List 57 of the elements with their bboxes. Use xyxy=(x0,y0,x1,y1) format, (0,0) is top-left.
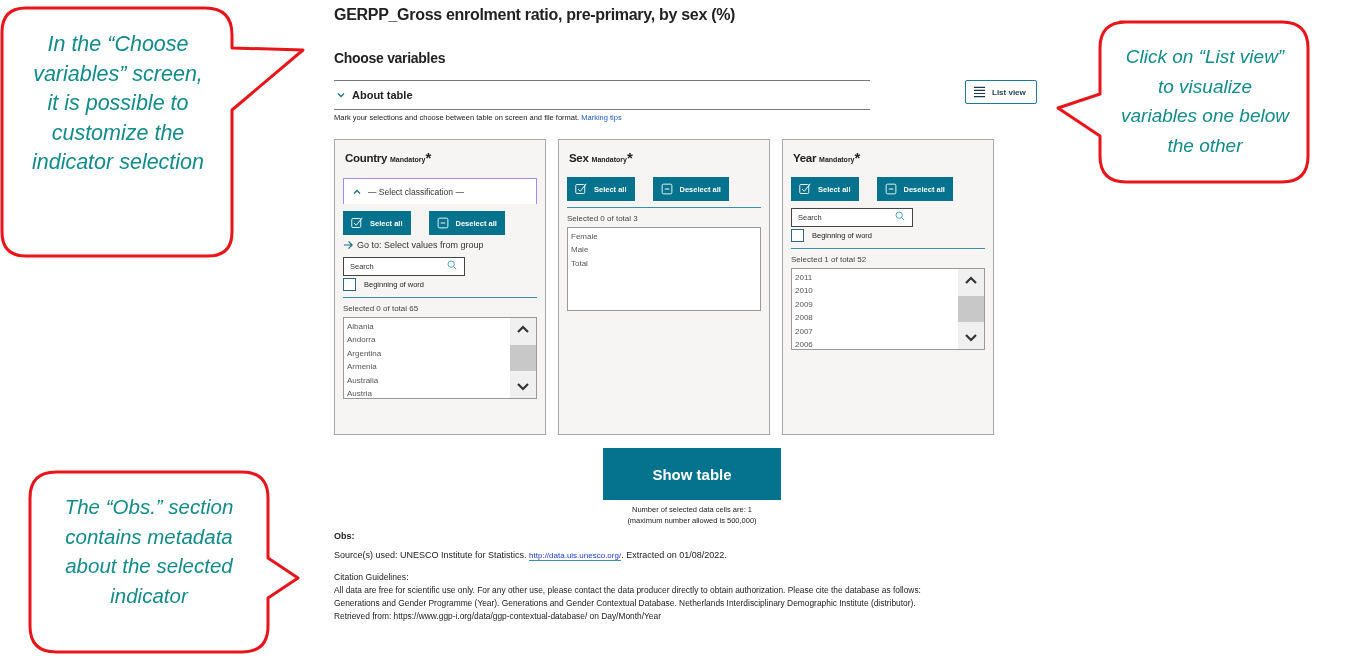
citation-text: Generations and Gender Programme (Year). Generations and Gender Contextual Database. Netherlands Interdisciplinary Demographic Institute (distributor). xyxy=(334,598,917,608)
list-item[interactable]: 2006 xyxy=(795,337,955,352)
about-table-toggle[interactable]: About table xyxy=(334,80,870,110)
scrollbar[interactable] xyxy=(510,318,536,398)
list-item[interactable]: Austria xyxy=(347,386,507,401)
list-item[interactable]: 2010 xyxy=(795,284,955,298)
arrow-icon xyxy=(343,240,354,250)
callout-text: Click on “List view” to visualize variables one below the other xyxy=(1120,45,1290,158)
citation-heading: Citation Guidelines: xyxy=(334,572,410,582)
list-item[interactable]: Andorra xyxy=(347,333,507,347)
list-item[interactable]: 2007 xyxy=(795,324,955,338)
search-icon xyxy=(447,259,457,270)
callout-text: The “Obs.” section contains metadata about the selected indicator xyxy=(63,494,235,609)
checkbox[interactable] xyxy=(791,229,804,242)
list-item[interactable]: Australia xyxy=(347,373,507,387)
list-item[interactable]: Armenia xyxy=(347,360,507,374)
list-item[interactable]: Male xyxy=(571,243,757,257)
minus-box-icon xyxy=(436,217,449,229)
selection-count: Selected 0 of total 3 xyxy=(567,214,639,223)
section-title: Choose variables xyxy=(334,50,447,66)
list-item[interactable]: Albania xyxy=(347,320,507,334)
list-item[interactable]: Female xyxy=(571,230,757,244)
variable-name: Year xyxy=(793,152,817,164)
list-item[interactable]: 2011 xyxy=(795,271,955,285)
selection-count: Selected 1 of total 52 xyxy=(791,255,868,264)
list-item[interactable]: 2009 xyxy=(795,297,955,312)
list-view-button[interactable]: List view xyxy=(965,80,1037,104)
checkbox[interactable] xyxy=(343,278,356,291)
required-mark: * xyxy=(854,152,861,164)
classification-dropdown[interactable]: — Select classification — xyxy=(343,178,537,204)
variable-name: Sex xyxy=(569,152,589,164)
citation-text: All data are free for scientific use only. For any other use, please contact the data producer directly to obtain authorization. Please cite the database as follows: xyxy=(334,585,922,595)
variable-name: Country xyxy=(345,152,387,164)
required-mark: * xyxy=(425,152,432,164)
scrollbar[interactable] xyxy=(958,269,984,349)
source-link[interactable]: http://data.uis.unesco.org/ xyxy=(529,551,622,561)
chevron-icon xyxy=(336,90,346,100)
scrollbar-thumb[interactable] xyxy=(958,296,984,322)
checkbox-icon xyxy=(799,183,811,195)
show-table-button[interactable]: Show table xyxy=(603,448,781,500)
scrollbar-thumb[interactable] xyxy=(510,345,536,371)
obs-heading: Obs: xyxy=(334,531,356,541)
citation-text: Retrieved from: https://www.ggp-i.org/data/ggp-contextual-database/ on Day/Month/Year xyxy=(334,611,662,621)
page-title: GERPP_Gross enrolment ratio, pre-primary, by sex (%) xyxy=(334,6,737,24)
source-text: Source(s) used: UNESCO Institute for Statistics. http://data.uis.unesco.org/. Extracted on 01/08/2022. xyxy=(334,550,728,560)
list-icon xyxy=(973,86,986,98)
list-item[interactable]: Total xyxy=(571,256,757,271)
list-item[interactable]: Argentina xyxy=(347,346,507,361)
search-icon xyxy=(895,210,905,221)
checkbox-icon xyxy=(575,183,587,195)
minus-box-icon xyxy=(884,183,897,195)
list-item[interactable]: 2008 xyxy=(795,311,955,325)
selection-count: Selected 0 of total 65 xyxy=(343,304,420,313)
checkbox-icon xyxy=(351,217,363,229)
callout-text: In the “Choose variables” screen, it is possible to customize the indicator selection xyxy=(30,31,206,176)
minus-box-icon xyxy=(660,183,673,195)
goto-group-link[interactable]: Go to: Select values from group xyxy=(343,240,484,250)
